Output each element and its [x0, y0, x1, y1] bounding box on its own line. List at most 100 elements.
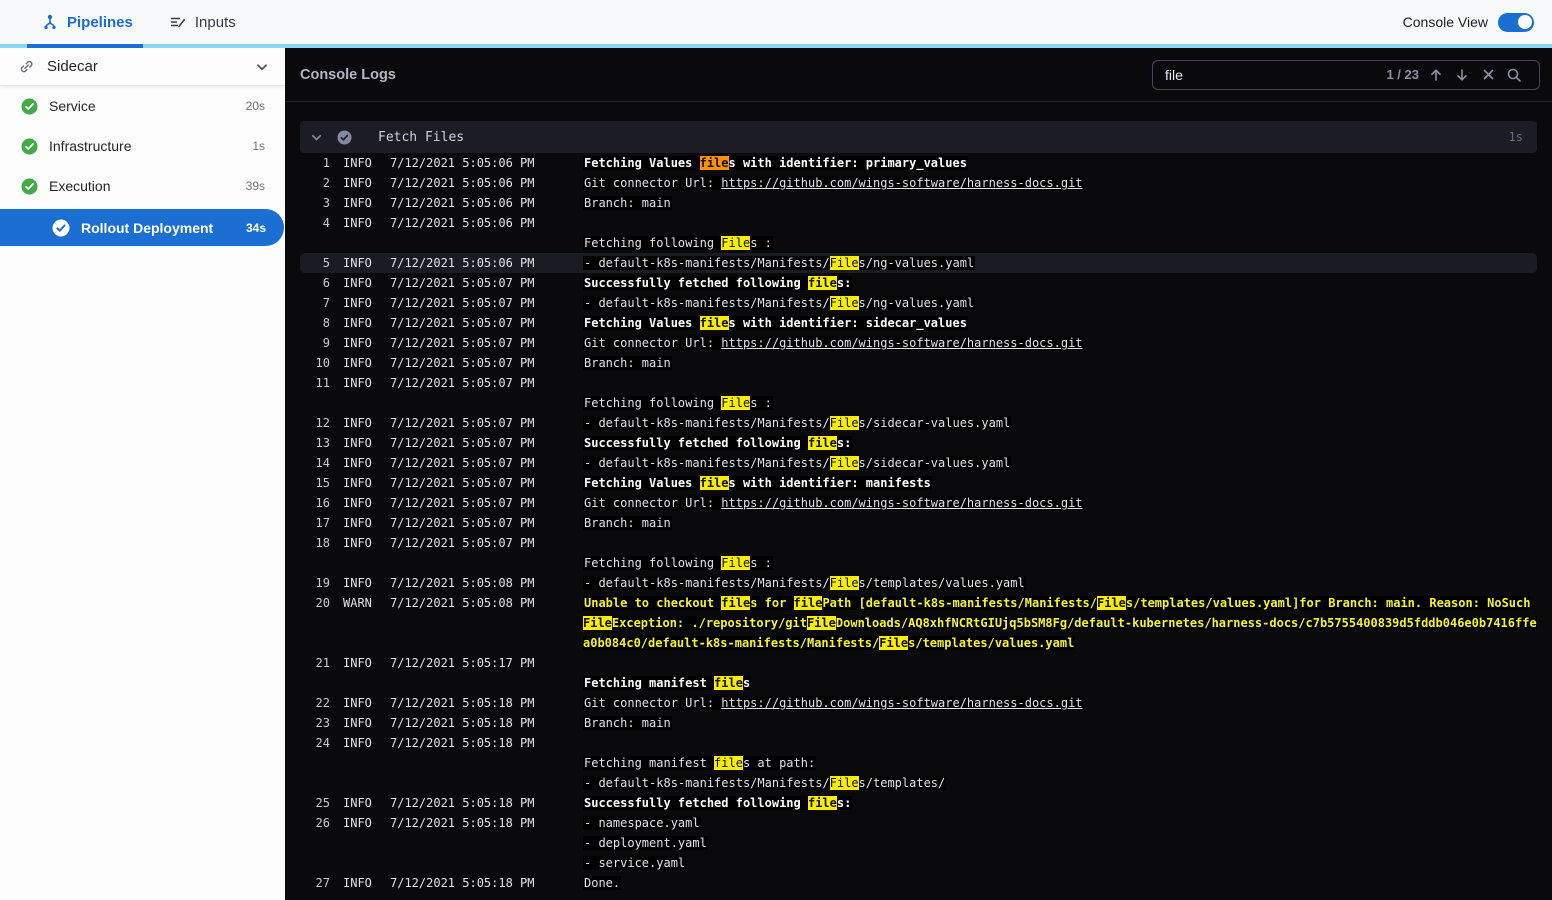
log-row[interactable]: - deployment.yaml: [300, 833, 1537, 853]
log-level: INFO: [343, 716, 372, 730]
log-row[interactable]: Fetching following Files :: [300, 393, 1537, 413]
line-number: 17: [315, 516, 330, 530]
log-row[interactable]: Fetching following Files :: [300, 553, 1537, 573]
log-link[interactable]: https://github.com/wings-software/harnes…: [721, 336, 1082, 350]
sidebar-item-service[interactable]: Service 20s: [0, 86, 285, 126]
log-row[interactable]: 7 INFO 7/12/2021 5:05:07 PM - default-k8s-m…: [300, 293, 1537, 313]
log-level: INFO: [343, 336, 372, 350]
log-message: - default-k8s-manifests/Manifests/Files/…: [583, 456, 1012, 470]
log-message-cell: Successfully fetched following files:: [583, 433, 1537, 453]
log-row[interactable]: 12 INFO 7/12/2021 5:05:07 PM - default-k8s-…: [300, 413, 1537, 433]
log-row[interactable]: 2 INFO 7/12/2021 5:05:06 PM Git connector U…: [300, 173, 1537, 193]
prev-match-button[interactable]: [1423, 62, 1449, 88]
log-row[interactable]: 27 INFO 7/12/2021 5:05:18 PM Done.: [300, 873, 1537, 893]
log-row[interactable]: 15 INFO 7/12/2021 5:05:07 PM Fetching Value…: [300, 473, 1537, 493]
log-row[interactable]: 18 INFO 7/12/2021 5:05:07 PM: [300, 533, 1537, 553]
log-message-cell: Successfully fetched following files:: [583, 273, 1537, 293]
sidebar-item-label: Infrastructure: [49, 138, 132, 154]
log-row[interactable]: 11 INFO 7/12/2021 5:05:07 PM: [300, 373, 1537, 393]
log-message-cell: - namespace.yaml: [583, 813, 1537, 833]
log-row[interactable]: 1 INFO 7/12/2021 5:05:06 PM Fetching Values…: [300, 153, 1537, 173]
search-match: File: [721, 556, 751, 570]
log-row[interactable]: 22 INFO 7/12/2021 5:05:18 PM Git connector …: [300, 693, 1537, 713]
log-search-box: 1 / 23: [1152, 59, 1540, 90]
log-message: Fetching Values files with identifier: s…: [583, 316, 968, 330]
log-row[interactable]: Fetching manifest files: [300, 673, 1537, 693]
log-message-cell: Fetching following Files :: [583, 393, 1537, 413]
console-panel: Console Logs 1 / 23: [285, 48, 1552, 900]
tab-pipelines[interactable]: Pipelines: [0, 0, 151, 44]
log-row[interactable]: 16 INFO 7/12/2021 5:05:07 PM Git connector …: [300, 493, 1537, 513]
log-message: Git connector Url: https://github.com/wi…: [583, 176, 1084, 190]
log-timestamp: 7/12/2021 5:05:07 PM: [390, 456, 535, 470]
log-row[interactable]: 4 INFO 7/12/2021 5:05:06 PM: [300, 213, 1537, 233]
log-row[interactable]: 9 INFO 7/12/2021 5:05:07 PM Git connector U…: [300, 333, 1537, 353]
log-row[interactable]: 25 INFO 7/12/2021 5:05:18 PM Successfully f…: [300, 793, 1537, 813]
search-icon[interactable]: [1501, 62, 1527, 88]
log-message: Git connector Url: https://github.com/wi…: [583, 336, 1084, 350]
log-link[interactable]: https://github.com/wings-software/harnes…: [721, 496, 1082, 510]
app: Pipelines Inputs Console View Sidecar Se…: [0, 0, 1552, 900]
log-row[interactable]: - default-k8s-manifests/Manifests/Files/…: [300, 773, 1537, 793]
log-row[interactable]: 8 INFO 7/12/2021 5:05:07 PM Fetching Values…: [300, 313, 1537, 333]
log-row[interactable]: 24 INFO 7/12/2021 5:05:18 PM: [300, 733, 1537, 753]
log-timestamp: 7/12/2021 5:05:07 PM: [390, 336, 535, 350]
log-message: - service.yaml: [583, 856, 687, 870]
line-number: 3: [322, 196, 330, 210]
log-row[interactable]: 14 INFO 7/12/2021 5:05:07 PM - default-k8s-…: [300, 453, 1537, 473]
sidebar-item-execution[interactable]: Execution 39s: [0, 166, 285, 206]
log-message-cell: - deployment.yaml: [583, 833, 1537, 853]
log-level: INFO: [343, 796, 372, 810]
search-match: file: [714, 676, 743, 690]
clear-search-icon[interactable]: [1475, 62, 1501, 88]
log-level: INFO: [343, 216, 372, 230]
log-link[interactable]: https://github.com/wings-software/harnes…: [721, 176, 1082, 190]
log-row[interactable]: 3 INFO 7/12/2021 5:05:06 PM Branch: main: [300, 193, 1537, 213]
log-timestamp: 7/12/2021 5:05:18 PM: [390, 816, 535, 830]
search-match: File: [829, 256, 859, 270]
log-row[interactable]: 23 INFO 7/12/2021 5:05:18 PM Branch: main: [300, 713, 1537, 733]
log-message-cell: Fetching manifest files: [583, 673, 1537, 693]
log-row[interactable]: 17 INFO 7/12/2021 5:05:07 PM Branch: main: [300, 513, 1537, 533]
next-match-button[interactable]: [1449, 62, 1475, 88]
log-message-cell: Git connector Url: https://github.com/wi…: [583, 493, 1537, 513]
sidebar-item-rollout-deployment[interactable]: Rollout Deployment 34s: [0, 209, 284, 246]
tab-inputs-label: Inputs: [194, 13, 236, 31]
log-row[interactable]: 21 INFO 7/12/2021 5:05:17 PM: [300, 653, 1537, 673]
stage-selector[interactable]: Sidecar: [0, 48, 285, 86]
tab-inputs[interactable]: Inputs: [151, 0, 254, 44]
search-input[interactable]: [1153, 66, 1387, 83]
chevron-down-icon[interactable]: [310, 131, 323, 144]
log-level: INFO: [343, 436, 372, 450]
search-match: File: [829, 576, 859, 590]
log-link[interactable]: https://github.com/wings-software/harnes…: [721, 696, 1082, 710]
log-row[interactable]: 10 INFO 7/12/2021 5:05:07 PM Branch: main: [300, 353, 1537, 373]
log-row[interactable]: 26 INFO 7/12/2021 5:05:18 PM - namespace.ya…: [300, 813, 1537, 833]
log-timestamp: 7/12/2021 5:05:06 PM: [390, 156, 535, 170]
search-match: File: [583, 616, 612, 630]
sidebar-item-infrastructure[interactable]: Infrastructure 1s: [0, 126, 285, 166]
log-timestamp: 7/12/2021 5:05:18 PM: [390, 716, 535, 730]
log-row[interactable]: Fetching manifest files at path:: [300, 753, 1537, 773]
log-row[interactable]: 20 WARN 7/12/2021 5:05:08 PM Unable to chec…: [300, 593, 1537, 653]
log-row[interactable]: Fetching following Files :: [300, 233, 1537, 253]
log-row[interactable]: 5 INFO 7/12/2021 5:05:06 PM - default-k8s-m…: [300, 253, 1537, 273]
log-message: Branch: main: [583, 356, 672, 370]
log-row[interactable]: - service.yaml: [300, 853, 1537, 873]
search-match: File: [879, 636, 909, 650]
chevron-down-icon[interactable]: [255, 60, 269, 74]
log-message-cell: - service.yaml: [583, 853, 1537, 873]
log-level: INFO: [343, 296, 372, 310]
sidebar-item-label: Execution: [49, 178, 111, 194]
log-section-header[interactable]: Fetch Files 1s: [300, 121, 1537, 153]
log-message: Successfully fetched following files:: [583, 276, 853, 290]
log-row[interactable]: 13 INFO 7/12/2021 5:05:07 PM Successfully f…: [300, 433, 1537, 453]
log-row[interactable]: 6 INFO 7/12/2021 5:05:07 PM Successfully fe…: [300, 273, 1537, 293]
log-message-cell: Fetching Values files with identifier: p…: [583, 153, 1537, 173]
log-message-cell: Git connector Url: https://github.com/wi…: [583, 173, 1537, 193]
line-number: 10: [315, 356, 330, 370]
log-message-cell: Fetching manifest files at path:: [583, 753, 1537, 773]
console-view-toggle[interactable]: [1498, 12, 1534, 32]
log-message-cell: Branch: main: [583, 193, 1537, 213]
log-row[interactable]: 19 INFO 7/12/2021 5:05:08 PM - default-k8s-…: [300, 573, 1537, 593]
